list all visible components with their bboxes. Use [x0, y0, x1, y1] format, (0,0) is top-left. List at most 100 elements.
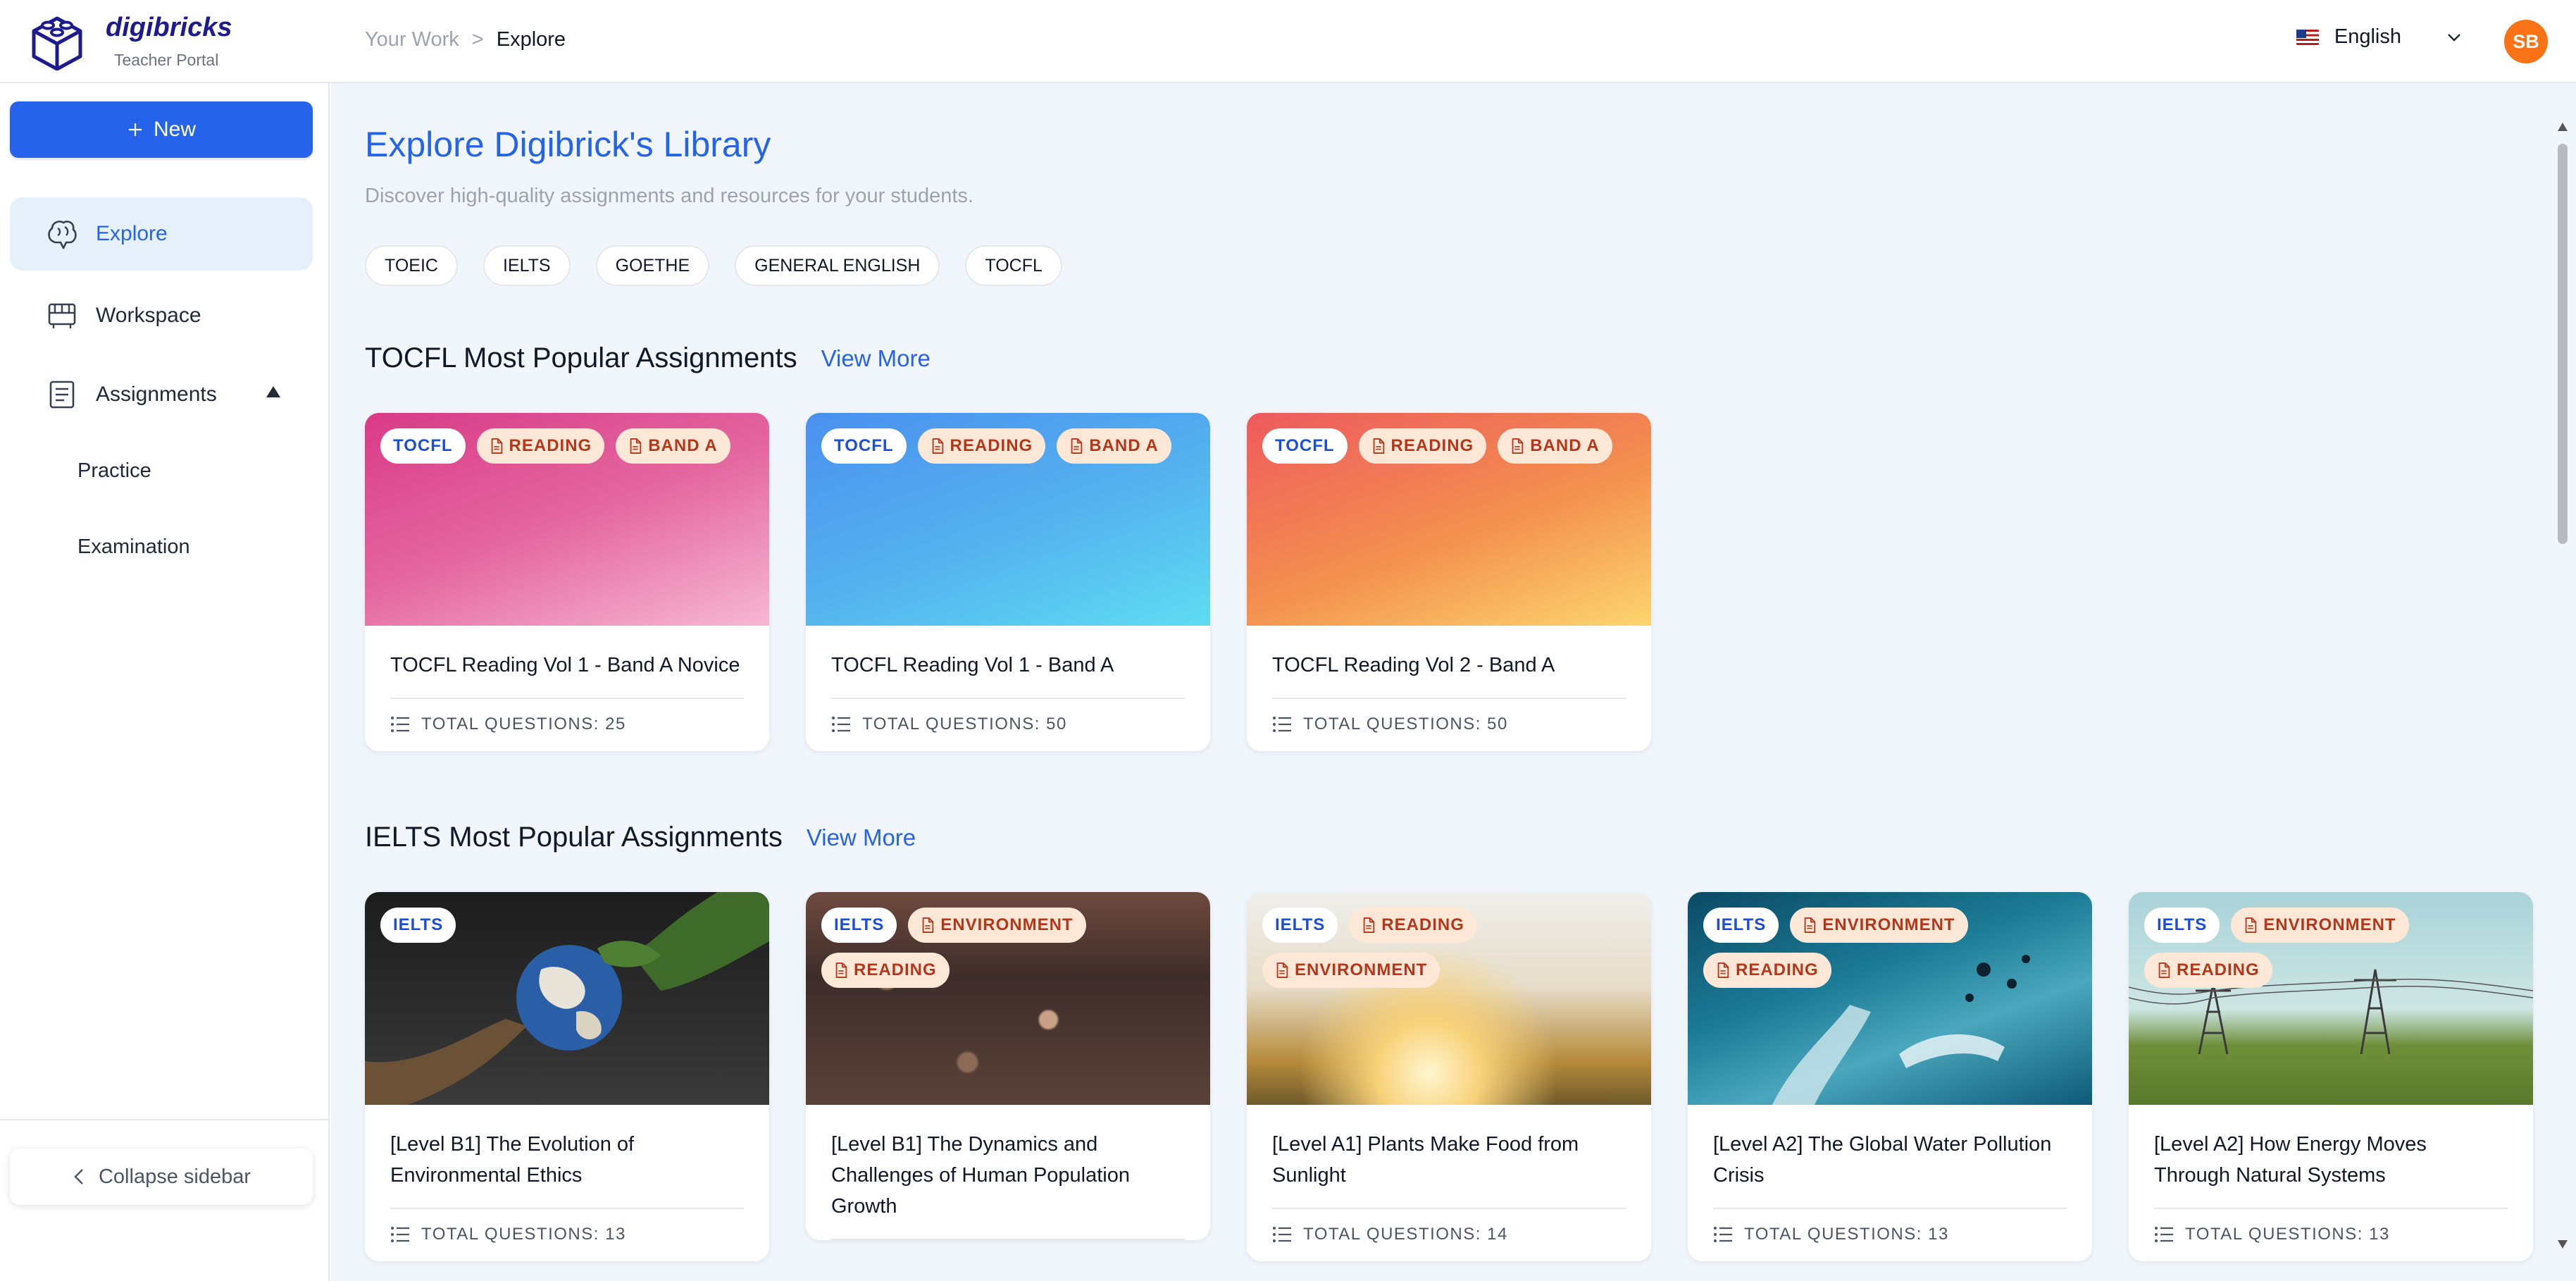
sidebar-item-label: Workspace: [96, 304, 201, 327]
card-tags: TOCFL READING BAND A: [1262, 428, 1640, 464]
document-icon: [490, 438, 504, 454]
document-icon: [1803, 917, 1817, 933]
assignment-card[interactable]: IELTS READING ENVIRONMENT [Level A1] Pla…: [1247, 892, 1651, 1261]
card-divider: [1272, 1208, 1626, 1209]
section-header-ielts: IELTS Most Popular Assignments View More: [365, 822, 916, 853]
card-tags: TOCFL READING BAND A: [821, 428, 1199, 464]
card-title: [Level B1] The Dynamics and Challenges o…: [831, 1133, 1130, 1218]
tag-badge: READING: [1358, 428, 1487, 464]
filter-chip-tocfl[interactable]: TOCFL: [965, 245, 1062, 286]
document-icon: [1371, 438, 1386, 454]
filter-chip-toeic[interactable]: TOEIC: [365, 245, 458, 286]
tag-badge: READING: [476, 428, 605, 464]
tag-badge: ENVIRONMENT: [1262, 953, 1441, 988]
brand-name: digibricks: [106, 13, 232, 42]
filter-chip-goethe[interactable]: GOETHE: [595, 245, 710, 286]
sidebar-subitem-practice[interactable]: Practice: [77, 459, 151, 483]
assignment-card[interactable]: IELTS ENVIRONMENT READING [Level B1] The…: [806, 892, 1210, 1240]
list-icon: [390, 715, 410, 734]
card-title: [Level A2] The Global Water Pollution Cr…: [1713, 1133, 2052, 1187]
tag-badge: ENVIRONMENT: [2231, 908, 2409, 943]
sidebar-item-explore[interactable]: Explore: [10, 197, 313, 271]
card-divider: [2154, 1208, 2508, 1209]
caret-up-icon[interactable]: [266, 386, 280, 397]
card-cover-image: IELTS ENVIRONMENT READING: [806, 892, 1210, 1105]
card-meta: TOTAL QUESTIONS: 13: [2154, 1225, 2508, 1261]
card-tags: IELTS ENVIRONMENT READING: [2144, 908, 2522, 988]
document-icon: [1716, 963, 1730, 978]
list-icon: [1713, 1225, 1733, 1244]
tag-badge: BAND A: [1057, 428, 1171, 464]
card-tags: IELTS ENVIRONMENT READING: [821, 908, 1199, 988]
assignment-card[interactable]: TOCFL READING BAND A TOCFL Reading Vol 1…: [365, 413, 769, 751]
brain-icon: [48, 221, 77, 249]
card-meta: TOTAL QUESTIONS: 50: [831, 714, 1185, 751]
document-icon: [2244, 917, 2258, 933]
collapse-sidebar-button[interactable]: Collapse sidebar: [10, 1149, 313, 1205]
card-meta: TOTAL QUESTIONS: 13: [1713, 1225, 2067, 1261]
main-scrollbar[interactable]: [2555, 118, 2570, 1253]
sidebar: New Explore Workspace Assignments Practi…: [0, 83, 330, 1281]
assignment-card[interactable]: IELTS ENVIRONMENT READING [Level A2] The…: [1688, 892, 2092, 1261]
tag-badge: IELTS: [2144, 908, 2220, 943]
card-divider: [831, 698, 1185, 699]
tag-badge: READING: [821, 953, 950, 988]
document-icon: [49, 380, 75, 409]
sidebar-item-assignments[interactable]: Assignments: [10, 358, 313, 431]
chevron-left-icon: [74, 1169, 83, 1184]
new-button-label: New: [153, 118, 196, 141]
card-tags: IELTS READING ENVIRONMENT: [1262, 908, 1640, 988]
card-cover-image: IELTS READING ENVIRONMENT: [1247, 892, 1651, 1105]
workspace-icon: [48, 303, 76, 328]
document-icon: [2157, 963, 2171, 978]
us-flag-icon: [2296, 29, 2319, 45]
card-title: TOCFL Reading Vol 1 - Band A Novice: [390, 654, 740, 676]
card-cover-image: TOCFL READING BAND A: [806, 413, 1210, 626]
sidebar-subitem-examination[interactable]: Examination: [77, 536, 190, 559]
breadcrumb-separator: >: [471, 28, 484, 51]
tag-badge: READING: [1703, 953, 1831, 988]
language-selector[interactable]: English: [2296, 25, 2463, 49]
tag-badge: ENVIRONMENT: [908, 908, 1086, 943]
tag-badge: IELTS: [1262, 908, 1338, 943]
digibricks-logo-icon[interactable]: [28, 11, 86, 70]
card-title: TOCFL Reading Vol 2 - Band A: [1272, 654, 1555, 676]
list-icon: [390, 1225, 410, 1244]
card-cover-image: TOCFL READING BAND A: [365, 413, 769, 626]
view-more-link[interactable]: View More: [821, 345, 931, 372]
assignment-card[interactable]: IELTS ENVIRONMENT READING [Level A2] How…: [2129, 892, 2533, 1261]
scroll-down-arrow-icon[interactable]: [2558, 1240, 2568, 1249]
scrollbar-thumb[interactable]: [2558, 144, 2568, 544]
sidebar-item-label: Assignments: [96, 383, 217, 406]
list-icon: [831, 715, 851, 734]
new-button[interactable]: New: [10, 101, 313, 158]
section-title: TOCFL Most Popular Assignments: [365, 342, 797, 373]
card-meta: TOTAL QUESTIONS: 14: [1272, 1225, 1626, 1261]
breadcrumb-your-work[interactable]: Your Work: [365, 28, 459, 51]
card-cover-image: IELTS: [365, 892, 769, 1105]
filter-chip-general-english[interactable]: GENERAL ENGLISH: [735, 245, 940, 286]
list-icon: [1272, 715, 1292, 734]
assignment-card[interactable]: IELTS [Level B1] The Evolution of Enviro…: [365, 892, 769, 1261]
card-tags: TOCFL READING BAND A: [380, 428, 758, 464]
page-subtitle: Discover high-quality assignments and re…: [365, 185, 973, 207]
language-label: English: [2334, 25, 2401, 48]
list-icon: [1272, 1225, 1292, 1244]
card-meta: TOTAL QUESTIONS: 25: [390, 714, 744, 751]
tag-badge: ENVIRONMENT: [1790, 908, 1968, 943]
view-more-link[interactable]: View More: [807, 824, 916, 851]
card-title: [Level A2] How Energy Moves Through Natu…: [2154, 1133, 2427, 1187]
card-divider: [390, 698, 744, 699]
filter-chip-ielts[interactable]: IELTS: [483, 245, 571, 286]
card-title: [Level A1] Plants Make Food from Sunligh…: [1272, 1133, 1579, 1187]
assignment-card[interactable]: TOCFL READING BAND A TOCFL Reading Vol 2…: [1247, 413, 1651, 751]
collapse-sidebar-label: Collapse sidebar: [98, 1165, 251, 1188]
card-meta: TOTAL QUESTIONS: 13: [390, 1225, 744, 1261]
breadcrumb: Your Work > Explore: [365, 28, 566, 51]
sidebar-item-workspace[interactable]: Workspace: [10, 279, 313, 352]
scroll-up-arrow-icon[interactable]: [2558, 123, 2568, 131]
user-avatar[interactable]: SB: [2504, 20, 2548, 63]
assignment-card[interactable]: TOCFL READING BAND A TOCFL Reading Vol 1…: [806, 413, 1210, 751]
tag-badge: TOCFL: [1262, 428, 1348, 464]
section-header-tocfl: TOCFL Most Popular Assignments View More: [365, 342, 931, 374]
